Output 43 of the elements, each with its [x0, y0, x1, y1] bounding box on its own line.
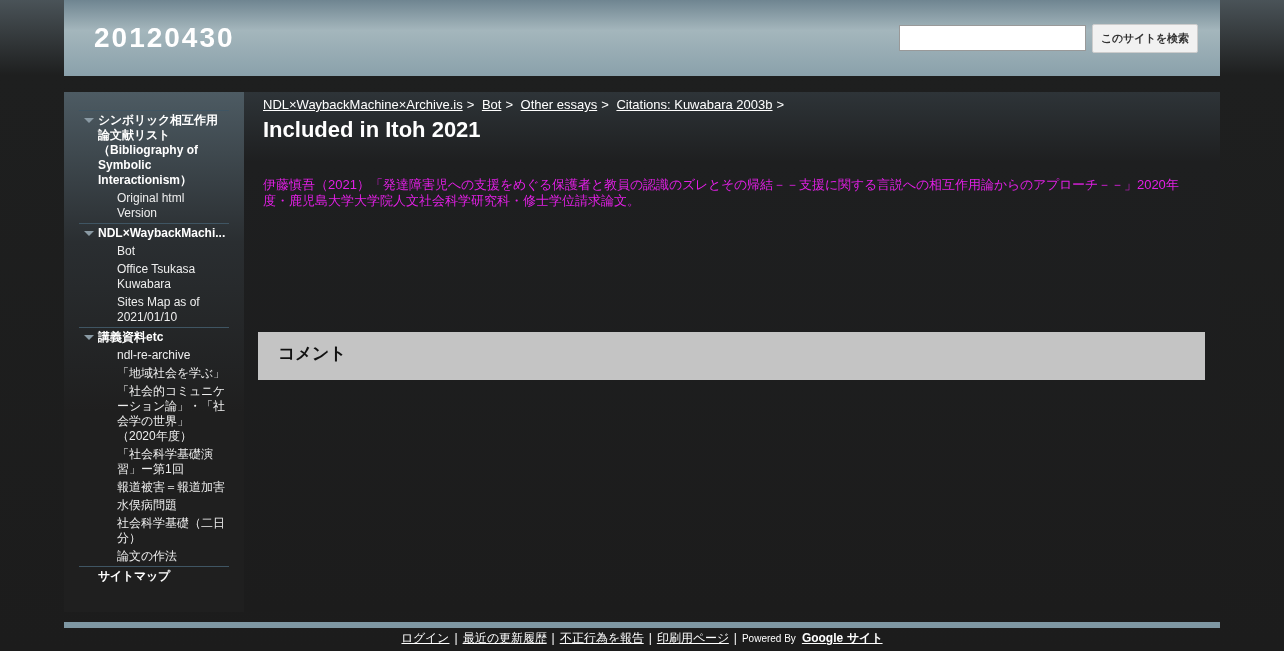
sidebar-subitem[interactable]: 「社会的コミュニケーション論」・「社会学の世界」（2020年度） [117, 384, 225, 444]
sidebar-subitem[interactable]: 「地域社会を学ぶ」 [117, 366, 225, 381]
search-field[interactable] [899, 25, 1086, 51]
breadcrumb-separator: > [601, 97, 609, 112]
sidebar-subitem[interactable]: Office Tsukasa Kuwabara [117, 262, 225, 292]
footer-separator: | [648, 631, 652, 645]
powered-by-text: Powered By [741, 633, 796, 644]
breadcrumb-link[interactable]: NDL×WaybackMachine×Archive.is [263, 97, 463, 112]
breadcrumb-separator: > [505, 97, 513, 112]
sidebar-subitem[interactable]: Original html Version [117, 191, 225, 221]
page-title: Included in Itoh 2021 [263, 116, 482, 143]
sidebar-item[interactable]: シンボリック相互作用論文献リスト（Bibliography of Symbolic Interactionism） [98, 113, 229, 188]
google-sites-link[interactable]: Google サイト [801, 631, 883, 645]
sidebar-subitem[interactable]: Sites Map as of 2021/01/10 [117, 295, 225, 325]
sidebar-subitem[interactable]: 報道被害＝報道加害 [117, 480, 225, 495]
breadcrumb-link[interactable]: Other essays [520, 97, 598, 112]
collapse-triangle-icon[interactable] [83, 118, 94, 123]
footer-link[interactable]: 印刷用ページ [656, 631, 729, 645]
breadcrumb-link[interactable]: Citations: Kuwabara 2003b [616, 97, 773, 112]
sidebar-item[interactable]: 講義資料etc [98, 330, 164, 345]
sidebar-item[interactable]: NDL×WaybackMachi... [98, 226, 226, 241]
footer-separator: | [733, 631, 737, 645]
sidebar-subitem[interactable]: 論文の作法 [117, 549, 225, 564]
footer-separator: | [454, 631, 458, 645]
breadcrumb-separator: > [776, 97, 785, 112]
breadcrumb-separator: > [466, 97, 475, 112]
sidebar-subitem[interactable]: 水俣病問題 [117, 498, 225, 513]
sidebar-subitem[interactable]: ndl-re-archive [117, 348, 225, 363]
footer-separator: | [551, 631, 555, 645]
site-title: 20120430 [94, 22, 235, 54]
footer-link[interactable]: 不正行為を報告 [559, 631, 644, 645]
sidebar-subitem[interactable]: 「社会科学基礎演習」ー第1回 [117, 447, 225, 477]
collapse-triangle-icon[interactable] [83, 335, 94, 340]
footer-link[interactable]: 最近の更新履歴 [462, 631, 547, 645]
sidebar-item[interactable]: サイトマップ [98, 569, 170, 584]
collapse-triangle-icon[interactable] [83, 231, 94, 236]
comments-heading: コメント [278, 343, 347, 365]
footer-link[interactable]: ログイン [401, 631, 450, 645]
sidebar-subitem[interactable]: 社会科学基礎（二日分） [117, 516, 225, 546]
breadcrumb-link[interactable]: Bot [481, 97, 502, 112]
search-button[interactable]: このサイトを検索 [1092, 23, 1198, 53]
sidebar-subitem[interactable]: Bot [117, 244, 225, 259]
citation-text: 伊藤慎吾（2021）「発達障害児への支援をめぐる保護者と教員の認識のズレとその帰結－－支援に関する言説への相互作用論からのアプローチ－－」2020年度・鹿児島大学大学院人文社会科学研究科・修士学位請求論文。 [263, 177, 1180, 209]
